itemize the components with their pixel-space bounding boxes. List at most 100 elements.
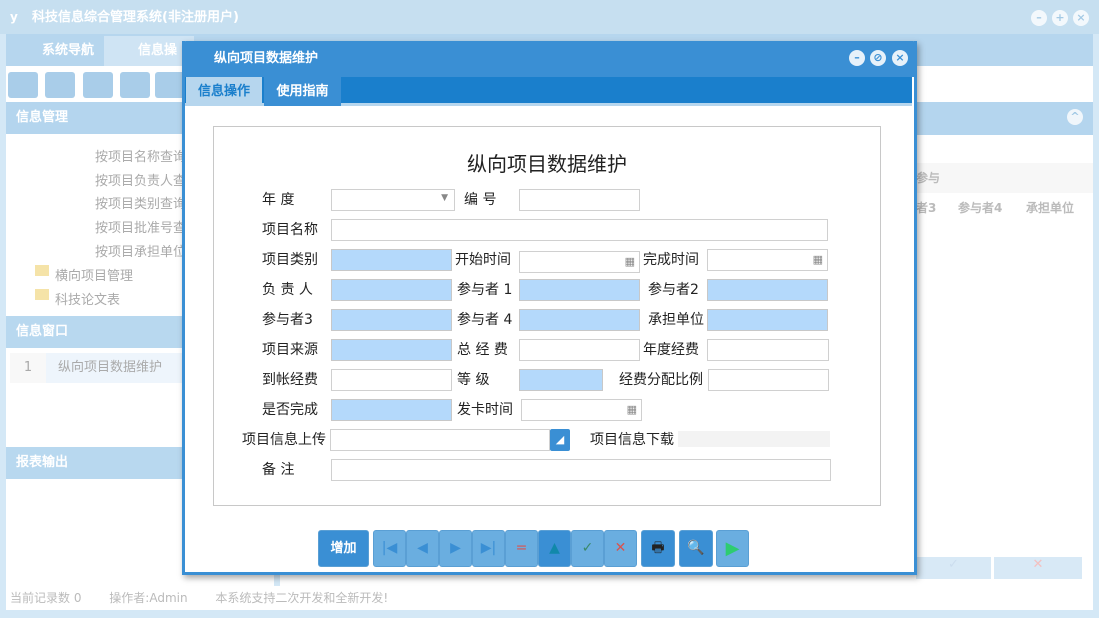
user-tool-icon[interactable] (120, 72, 150, 98)
name-input[interactable] (331, 219, 828, 241)
participant4-input[interactable] (519, 309, 640, 331)
tree-item[interactable]: 按项目承担单位 (95, 241, 186, 260)
dialog-minimize-icon[interactable]: – (849, 50, 865, 66)
grid-col: 承担单位 (1026, 201, 1074, 215)
label-source: 项目来源 (262, 339, 318, 361)
category-input[interactable] (331, 249, 452, 271)
label-p4: 参与者 4 (457, 309, 512, 331)
tab-system-nav[interactable]: 系统导航 (8, 36, 100, 66)
status-bar: 当前记录数 0 操作者:Admin 本系统支持二次开发和全新开发! (6, 586, 1093, 610)
tab-label: 系统导航 (42, 43, 94, 58)
number-input[interactable] (519, 189, 640, 211)
upload-input[interactable] (330, 429, 550, 451)
cancel-button[interactable]: ✕ (604, 530, 637, 567)
participant1-input[interactable] (519, 279, 640, 301)
participant2-input[interactable] (707, 279, 828, 301)
tree-item[interactable]: 按项目类别查询 (95, 193, 186, 212)
label-p3: 参与者3 (262, 309, 313, 331)
save-button[interactable]: ✓ (571, 530, 604, 567)
ratio-input[interactable] (708, 369, 829, 391)
tab-label: 信息操 (138, 43, 177, 58)
label-number: 编 号 (464, 189, 496, 211)
delete-button[interactable]: = (505, 530, 538, 567)
year-select[interactable]: ▼ (331, 189, 455, 211)
app-close-icon[interactable]: × (1073, 10, 1089, 26)
tree-item[interactable]: 按项目负责人查 (95, 170, 186, 189)
add-button[interactable]: 增加 (318, 530, 369, 567)
label-arrived: 到帐经费 (262, 369, 318, 391)
tree-item-horizontal[interactable]: 横向项目管理 (55, 265, 133, 284)
annual-funds-input[interactable] (707, 339, 829, 361)
list-tool-icon[interactable] (45, 72, 75, 98)
calendar-icon[interactable]: ▦ (625, 256, 635, 268)
upload-button[interactable]: ◢ (550, 429, 570, 451)
edit-button[interactable]: ▲ (538, 530, 571, 567)
print-preview-icon[interactable]: 🔍 (679, 530, 713, 567)
dialog-close-icon[interactable]: × (892, 50, 908, 66)
grid-col: 参与者3 (916, 163, 946, 223)
label-year: 年 度 (262, 189, 294, 211)
label-annual: 年度经费 (643, 339, 699, 361)
doc-tool-icon[interactable] (83, 72, 113, 98)
bg-cancel-button[interactable]: ✕ (994, 557, 1082, 579)
collapse-icon[interactable]: ^ (1067, 109, 1083, 125)
label-upload: 项目信息上传 (242, 429, 326, 451)
label-ratio: 经费分配比例 (619, 369, 703, 391)
operator: 操作者:Admin (85, 591, 187, 605)
participant3-input[interactable] (331, 309, 452, 331)
app-title-bar: 科技信息综合管理系统(非注册用户) (0, 0, 1099, 34)
label-total: 总 经 费 (457, 339, 508, 361)
prev-record-button[interactable]: ◀ (406, 530, 439, 567)
card-date-input[interactable]: ▦ (521, 399, 642, 421)
dialog-restore-icon[interactable]: ⊘ (870, 50, 886, 66)
download-link[interactable] (678, 431, 830, 447)
last-record-button[interactable]: ▶| (472, 530, 505, 567)
start-date-input[interactable]: ▦ (519, 251, 640, 273)
level-input[interactable] (519, 369, 603, 391)
leader-input[interactable] (331, 279, 452, 301)
search-tool-icon[interactable] (8, 72, 38, 98)
bg-confirm-button[interactable]: ✓ (916, 557, 991, 579)
arrived-funds-input[interactable] (331, 369, 452, 391)
header-label: 信息管理 (16, 110, 68, 125)
unit-input[interactable] (707, 309, 828, 331)
play-icon[interactable]: ▶ (716, 530, 749, 567)
next-record-button[interactable]: ▶ (439, 530, 472, 567)
tree-item[interactable]: 按项目批准号查 (95, 217, 186, 236)
screen-tool-icon[interactable] (155, 72, 185, 98)
remark-input[interactable] (331, 459, 831, 481)
tab-info-operation[interactable]: 信息操作 (186, 77, 262, 106)
source-input[interactable] (331, 339, 452, 361)
end-date-input[interactable]: ▦ (707, 249, 828, 271)
header-label: 信息窗口 (16, 324, 68, 339)
record-count: 当前记录数 0 (6, 591, 81, 605)
label-p2: 参与者2 (648, 279, 699, 301)
dialog-title: 纵向项目数据维护 (214, 51, 318, 66)
label-card: 发卡时间 (457, 399, 513, 421)
total-funds-input[interactable] (519, 339, 640, 361)
first-record-button[interactable]: |◀ (373, 530, 406, 567)
app-minimize-icon[interactable]: – (1031, 10, 1047, 26)
calendar-icon[interactable]: ▦ (813, 254, 823, 266)
app-maximize-icon[interactable]: + (1052, 10, 1068, 26)
label-remark: 备 注 (262, 459, 294, 481)
label-download: 项目信息下载 (590, 429, 674, 451)
label-p1: 参与者 1 (457, 279, 512, 301)
dialog-title-bar[interactable]: 纵向项目数据维护 (182, 41, 917, 77)
label-name: 项目名称 (262, 219, 318, 241)
label-category: 项目类别 (262, 249, 318, 271)
app-title: 科技信息综合管理系统(非注册用户) (32, 10, 239, 25)
row-index: 1 (10, 353, 46, 383)
tab-user-guide[interactable]: 使用指南 (264, 77, 341, 106)
grid-header: 参与者3参与者4承担单位 (916, 163, 1093, 193)
tree-item[interactable]: 按项目名称查询 (95, 146, 186, 165)
header-label: 报表输出 (16, 455, 68, 470)
tab-info-ops[interactable]: 信息操 (104, 36, 194, 66)
label-end: 完成时间 (643, 249, 699, 271)
calendar-icon[interactable]: ▦ (627, 404, 637, 416)
label-done: 是否完成 (262, 399, 318, 421)
label-level: 等 级 (457, 369, 489, 391)
tree-item-papers[interactable]: 科技论文表 (55, 289, 120, 308)
print-icon[interactable]: 🖶 (641, 530, 675, 567)
done-input[interactable] (331, 399, 452, 421)
